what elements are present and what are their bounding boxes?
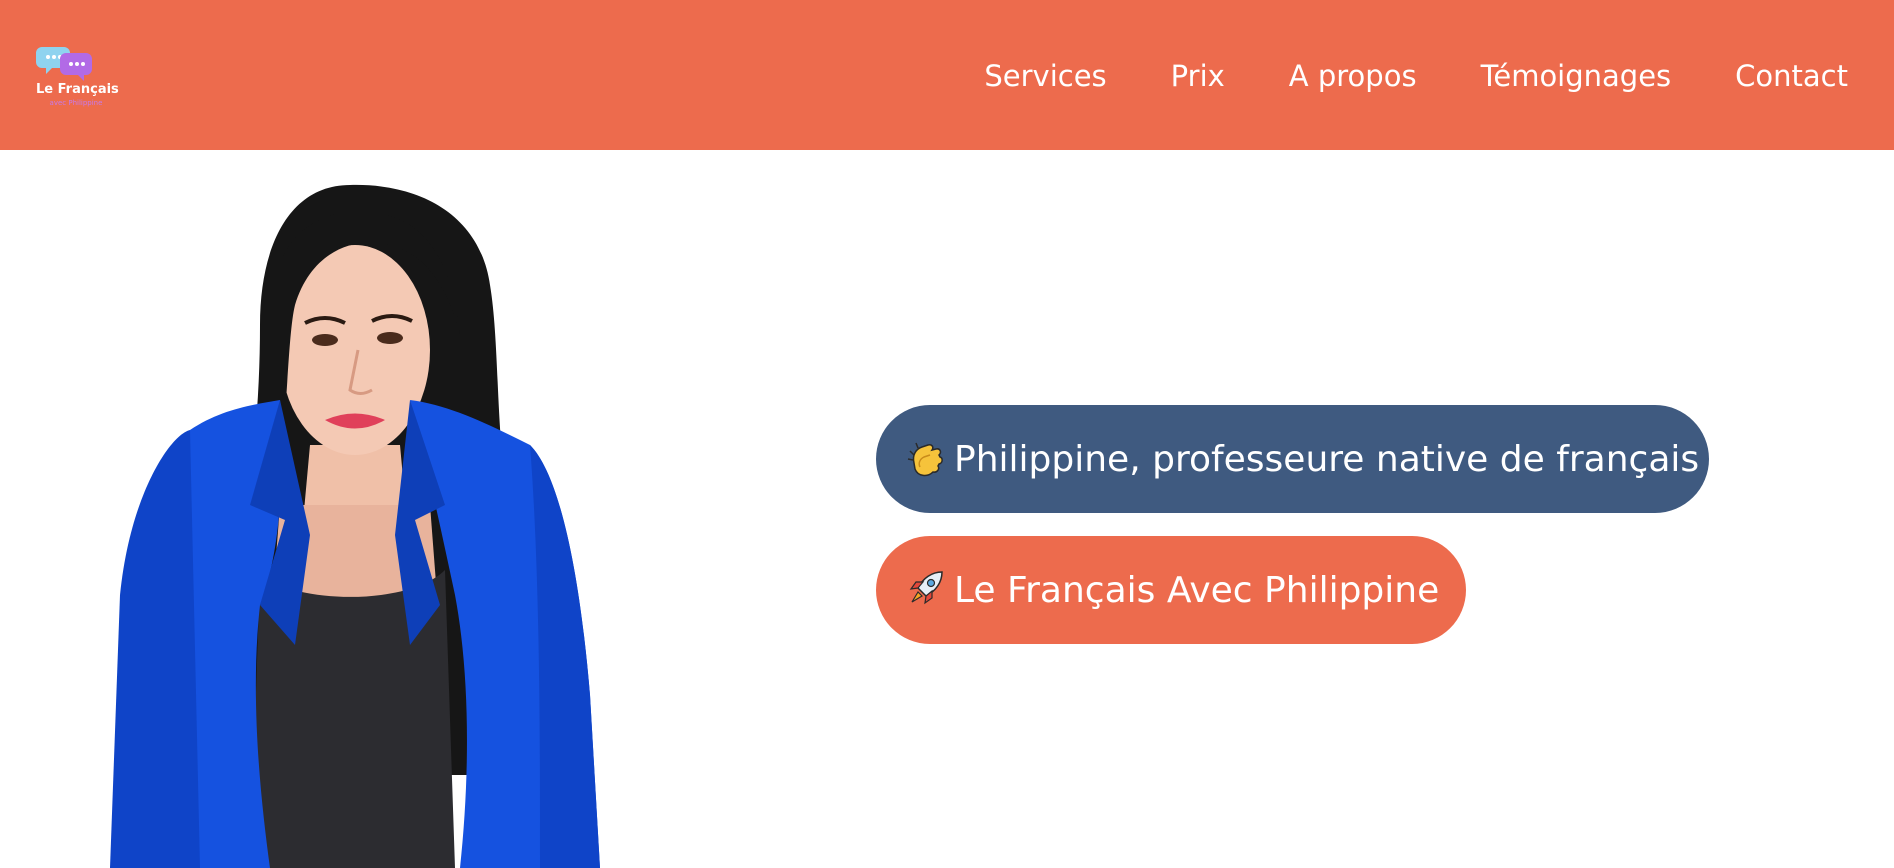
intro-pill-text: Philippine, professeure native de frança… bbox=[954, 438, 1700, 480]
site-logo[interactable]: Le Français avec Philippine bbox=[36, 44, 122, 112]
main-nav: Services Prix A propos Témoignages Conta… bbox=[984, 58, 1848, 94]
logo-subtitle: avec Philippine bbox=[49, 99, 103, 107]
nav-a-propos[interactable]: A propos bbox=[1289, 58, 1417, 94]
logo-title: Le Français bbox=[36, 82, 119, 97]
nav-services[interactable]: Services bbox=[984, 58, 1106, 94]
nav-prix[interactable]: Prix bbox=[1171, 58, 1225, 94]
page: Le Français avec Philippine Services Pri… bbox=[0, 0, 1894, 868]
brand-pill: Le Français Avec Philippine bbox=[876, 536, 1466, 644]
brand-pill-text: Le Français Avec Philippine bbox=[954, 569, 1440, 611]
nav-temoignages[interactable]: Témoignages bbox=[1481, 58, 1672, 94]
rocket-icon bbox=[909, 571, 943, 605]
nav-contact[interactable]: Contact bbox=[1735, 58, 1848, 94]
chat-bubbles-icon bbox=[36, 47, 92, 81]
portrait-photo bbox=[110, 175, 630, 868]
intro-pill: Philippine, professeure native de frança… bbox=[876, 405, 1709, 513]
site-header: Le Français avec Philippine Services Pri… bbox=[0, 0, 1894, 150]
clapping-hands-icon bbox=[907, 442, 943, 477]
